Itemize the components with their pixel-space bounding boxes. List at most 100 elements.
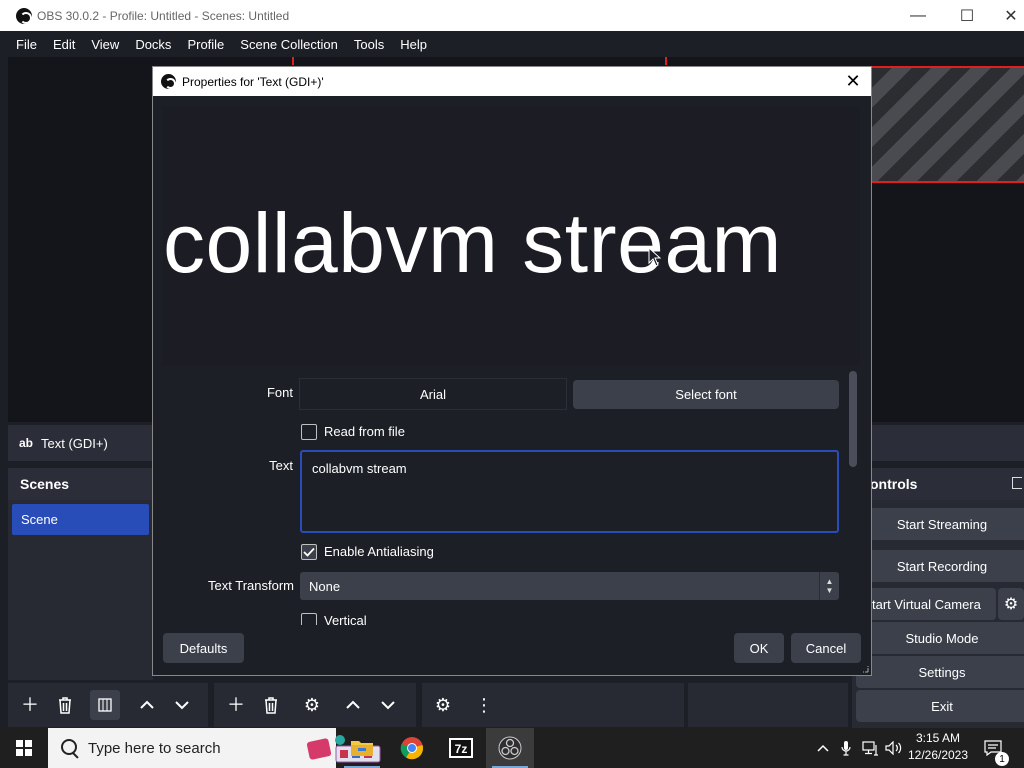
mixer-toolbar xyxy=(422,683,684,727)
controls-header: ontrols xyxy=(852,468,1024,500)
text-input[interactable]: collabvm stream xyxy=(300,450,839,533)
studio-mode-button[interactable]: Studio Mode xyxy=(856,622,1024,654)
remove-source-button[interactable] xyxy=(256,690,286,720)
maximize-button[interactable]: ☐ xyxy=(944,0,990,31)
dialog-title: Properties for 'Text (GDI+)' xyxy=(182,74,324,89)
text-transform-value: None xyxy=(309,578,341,594)
start-recording-button[interactable]: Start Recording xyxy=(856,550,1024,582)
source-bar-extension xyxy=(872,425,1024,461)
start-streaming-button[interactable]: Start Streaming xyxy=(856,508,1024,540)
font-display: Arial xyxy=(299,378,567,410)
chevron-down-icon xyxy=(381,701,395,710)
folder-icon xyxy=(351,741,373,756)
text-source-icon: ab xyxy=(19,436,34,450)
menu-file[interactable]: File xyxy=(8,37,45,52)
chevron-up-icon xyxy=(817,744,829,752)
add-source-button[interactable]: ＋ xyxy=(221,690,251,720)
taskbar-clock[interactable]: 3:15 AM 12/26/2023 xyxy=(902,730,974,766)
read-from-file-label[interactable]: Read from file xyxy=(324,424,405,439)
show-hidden-icons-button[interactable] xyxy=(812,728,834,768)
select-font-button[interactable]: Select font xyxy=(573,380,839,409)
canvas-edge-marker xyxy=(665,57,667,65)
form-scrollbar[interactable] xyxy=(847,369,859,627)
menu-scene-collection[interactable]: Scene Collection xyxy=(232,37,346,52)
close-window-button[interactable]: ✕ xyxy=(988,0,1024,31)
trash-icon xyxy=(59,697,71,714)
defaults-button[interactable]: Defaults xyxy=(163,633,244,663)
network-tray[interactable] xyxy=(860,728,882,768)
clock-date: 12/26/2023 xyxy=(907,748,969,762)
menubar: File Edit View Docks Profile Scene Colle… xyxy=(8,31,1024,57)
move-source-down-button[interactable] xyxy=(373,690,403,720)
microphone-icon xyxy=(841,741,851,756)
mouse-cursor-icon xyxy=(648,247,662,267)
filter-icon xyxy=(98,698,112,712)
obs-logo-icon xyxy=(161,74,176,89)
taskbar-search-box[interactable]: Type here to search xyxy=(48,728,381,768)
remove-scene-button[interactable] xyxy=(50,690,80,720)
taskbar-7zip[interactable]: 7z xyxy=(437,728,485,768)
updown-arrows-icon: ▲ ▼ xyxy=(819,572,839,600)
speaker-icon xyxy=(885,741,902,755)
enable-antialiasing-label[interactable]: Enable Antialiasing xyxy=(324,544,434,559)
windows-taskbar: Type here to search 7z 3:15 AM 12/26/202… xyxy=(0,728,1024,768)
volume-tray[interactable] xyxy=(884,728,904,768)
selected-source-bar[interactable]: ab Text (GDI+) xyxy=(8,425,153,461)
vertical-checkbox[interactable] xyxy=(301,613,317,625)
more-vertical-icon: ⋮ xyxy=(475,695,493,715)
windows-logo-icon xyxy=(16,740,32,756)
gear-icon: ⚙ xyxy=(1003,596,1019,613)
gear-icon: ⚙ xyxy=(303,695,321,715)
scrollbar-thumb[interactable] xyxy=(849,371,857,467)
taskbar-obs[interactable] xyxy=(486,728,534,768)
read-from-file-checkbox[interactable] xyxy=(301,424,317,440)
minimize-button[interactable]: — xyxy=(895,0,941,31)
transitions-toolbar xyxy=(688,683,848,727)
vertical-label[interactable]: Vertical xyxy=(324,613,367,625)
gears-icon: ⚙ xyxy=(434,695,452,715)
add-scene-button[interactable]: ＋ xyxy=(15,690,45,720)
clock-time: 3:15 AM xyxy=(915,731,961,745)
dialog-close-button[interactable]: ✕ xyxy=(841,69,865,93)
move-scene-down-button[interactable] xyxy=(167,690,197,720)
menu-docks[interactable]: Docks xyxy=(127,37,179,52)
undock-icon[interactable] xyxy=(1012,477,1022,489)
microphone-tray[interactable] xyxy=(836,728,856,768)
scene-filters-button[interactable] xyxy=(90,690,120,720)
plus-icon: ＋ xyxy=(227,695,245,715)
move-scene-up-button[interactable] xyxy=(132,690,162,720)
menu-profile[interactable]: Profile xyxy=(179,37,232,52)
menu-tools[interactable]: Tools xyxy=(346,37,392,52)
trash-icon xyxy=(265,697,277,714)
virtual-camera-settings-button[interactable]: ⚙ xyxy=(998,588,1024,620)
taskbar-chrome[interactable] xyxy=(388,728,436,768)
text-transform-label: Text Transform xyxy=(208,578,294,593)
scene-list-item[interactable]: Scene xyxy=(12,504,149,535)
source-properties-button[interactable]: ⚙ xyxy=(297,690,327,720)
text-label: Text xyxy=(269,458,293,473)
audio-mixer-menu-button[interactable]: ⋮ xyxy=(469,690,499,720)
settings-button[interactable]: Settings xyxy=(856,656,1024,688)
start-button[interactable] xyxy=(0,728,48,768)
menu-edit[interactable]: Edit xyxy=(45,37,83,52)
chevron-down-icon xyxy=(175,701,189,710)
svg-text:7z: 7z xyxy=(455,742,468,756)
enable-antialiasing-checkbox[interactable] xyxy=(301,544,317,560)
resize-grip-icon[interactable] xyxy=(861,665,869,673)
menu-view[interactable]: View xyxy=(83,37,127,52)
ok-button[interactable]: OK xyxy=(734,633,784,663)
window-titlebar: OBS 30.0.2 - Profile: Untitled - Scenes:… xyxy=(0,0,1024,31)
properties-form: Font Arial Select font Read from file Te… xyxy=(163,367,848,625)
start-virtual-camera-button[interactable]: tart Virtual Camera xyxy=(856,588,996,620)
text-transform-select[interactable]: None ▲ ▼ xyxy=(300,572,839,600)
scenes-panel: Scenes Scene xyxy=(8,468,153,680)
chevron-up-icon xyxy=(140,700,154,709)
search-placeholder: Type here to search xyxy=(88,739,221,757)
menu-help[interactable]: Help xyxy=(392,37,435,52)
move-source-up-button[interactable] xyxy=(338,690,368,720)
exit-button[interactable]: Exit xyxy=(856,690,1024,722)
audio-mixer-settings-button[interactable]: ⚙ xyxy=(428,690,458,720)
taskbar-file-explorer[interactable] xyxy=(338,728,386,768)
properties-dialog: Properties for 'Text (GDI+)' ✕ collabvm … xyxy=(152,66,872,676)
cancel-button[interactable]: Cancel xyxy=(791,633,861,663)
